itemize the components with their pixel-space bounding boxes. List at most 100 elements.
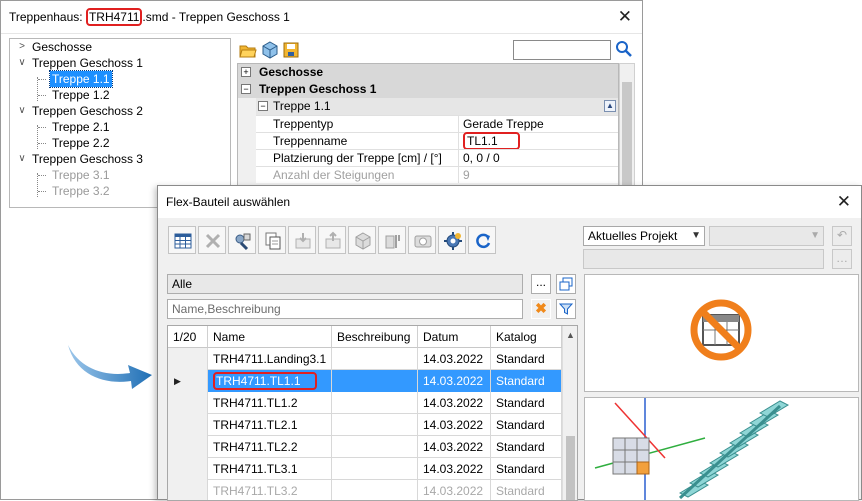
prop-row-platzierung[interactable]: Platzierung der Treppe [cm] / [°] 0, 0 / …	[256, 149, 618, 166]
col-header-name[interactable]: Name	[208, 326, 332, 348]
dialog-title: Flex-Bauteil auswählen	[166, 195, 291, 209]
property-scrollbar[interactable]	[619, 63, 635, 199]
cell-date: 14.03.2022	[418, 480, 491, 500]
prop-row-anzahl-steigungen[interactable]: Anzahl der Steigungen 9	[256, 166, 618, 183]
chevron-down-icon[interactable]: ∨	[16, 103, 28, 119]
row-counter: 1/20	[168, 326, 208, 348]
settings-icon[interactable]	[438, 226, 466, 254]
tools-icon[interactable]	[228, 226, 256, 254]
row-header	[168, 480, 208, 500]
cell-desc	[332, 370, 418, 392]
3d-preview	[584, 397, 859, 501]
title-prefix: Treppenhaus:	[9, 10, 86, 24]
name-filter-input[interactable]: Name,Beschreibung	[167, 299, 523, 319]
expand-icon[interactable]: +	[241, 67, 251, 77]
row-header	[168, 392, 208, 414]
cell-desc	[332, 392, 418, 414]
component-grid: 1/20 Name Beschreibung Datum Katalog TRH…	[167, 325, 578, 501]
import-icon	[288, 226, 316, 254]
treppenname-highlight[interactable]: TL1.1	[463, 132, 520, 150]
title-file-highlight: TRH4711	[85, 8, 143, 26]
cell-name: TRH4711.TL1.2	[208, 392, 332, 414]
curved-arrow-icon	[68, 345, 152, 389]
funnel-filter-icon[interactable]	[556, 299, 576, 319]
open-folder-icon[interactable]	[239, 41, 257, 59]
path-field	[583, 249, 824, 269]
category-geschosse[interactable]: + Geschosse	[238, 64, 618, 81]
preview-image	[584, 274, 859, 392]
row-header	[168, 436, 208, 458]
chevron-down-icon[interactable]: ∨	[16, 55, 28, 71]
cell-date: 14.03.2022	[418, 414, 491, 436]
table-row[interactable]: TRH4711.TL1.2 14.03.2022 Standard	[168, 392, 562, 414]
photo-icon	[408, 226, 436, 254]
collapse-up-icon[interactable]: ▲	[604, 100, 616, 112]
collapse-icon[interactable]: −	[258, 101, 268, 111]
chevron-down-icon: ▼	[810, 230, 820, 241]
collapse-icon[interactable]: −	[241, 84, 251, 94]
cell-date: 14.03.2022	[418, 392, 491, 414]
table-view-icon[interactable]	[168, 226, 196, 254]
group-treppe-1-1[interactable]: − Treppe 1.1 ▲	[256, 98, 618, 115]
close-icon[interactable]: ✕	[837, 193, 851, 210]
grid-scrollbar[interactable]: ▲	[562, 326, 577, 500]
scroll-thumb[interactable]	[566, 436, 575, 500]
category-filter[interactable]: Alle	[167, 274, 523, 294]
clear-filter-icon[interactable]: ✖	[531, 299, 551, 319]
cell-catalog: Standard	[491, 392, 562, 414]
cell-date: 14.03.2022	[418, 348, 491, 370]
table-row-selected[interactable]: ▶ TRH4711.TL1.1 14.03.2022 Standard	[168, 370, 562, 392]
table-row[interactable]: TRH4711.TL2.2 14.03.2022 Standard	[168, 436, 562, 458]
tree-connector	[38, 175, 46, 176]
copy-icon[interactable]	[258, 226, 286, 254]
cell-catalog: Standard	[491, 458, 562, 480]
cube-icon	[348, 226, 376, 254]
table-row[interactable]: TRH4711.Landing3.1 14.03.2022 Standard	[168, 348, 562, 370]
col-header-katalog[interactable]: Katalog	[491, 326, 562, 348]
title-bar: Treppenhaus: TRH4711 .smd - Treppen Gesch…	[1, 1, 642, 34]
no-preview-icon	[690, 299, 752, 361]
flex-bauteil-dialog: Flex-Bauteil auswählen ✕ Aktuelles Proje…	[157, 185, 862, 501]
col-header-beschreibung[interactable]: Beschreibung	[332, 326, 418, 348]
prop-value-cell: TL1.1	[458, 132, 618, 150]
tree-connector	[38, 127, 46, 128]
category-treppen-geschoss-1[interactable]: − Treppen Geschoss 1	[238, 81, 618, 98]
tree-connector	[38, 79, 46, 80]
table-row[interactable]: TRH4711.TL2.1 14.03.2022 Standard	[168, 414, 562, 436]
chevron-down-icon[interactable]: ∨	[16, 151, 28, 167]
cell-desc	[332, 436, 418, 458]
cell-name: TRH4711.Landing3.1	[208, 348, 332, 370]
tree-connector	[38, 95, 46, 96]
property-search-input[interactable]	[513, 40, 611, 60]
project-select[interactable]: Aktuelles Projekt ▼	[583, 226, 705, 246]
cell-catalog: Standard	[491, 436, 562, 458]
save-settings-icon[interactable]	[283, 41, 301, 59]
refresh-icon[interactable]	[468, 226, 496, 254]
category-browse-button[interactable]: ...	[531, 274, 551, 294]
cell-date: 14.03.2022	[418, 436, 491, 458]
window-title: Treppenhaus: TRH4711 .smd - Treppen Gesch…	[9, 8, 290, 26]
catalog-select: ▼	[709, 226, 824, 246]
selected-name-highlight: TRH4711.TL1.1	[213, 372, 317, 390]
cube-icon[interactable]	[261, 41, 279, 59]
table-row[interactable]: TRH4711.TL3.1 14.03.2022 Standard	[168, 458, 562, 480]
cell-catalog: Standard	[491, 370, 562, 392]
floor-tree[interactable]: > Geschosse ∨ Treppen Geschoss 1 Treppe 1.…	[9, 38, 231, 208]
cell-desc	[332, 458, 418, 480]
col-header-datum[interactable]: Datum	[418, 326, 491, 348]
prop-row-treppentyp[interactable]: Treppentyp Gerade Treppe	[256, 115, 618, 132]
title-suffix: .smd - Treppen Geschoss 1	[142, 10, 290, 24]
prop-row-treppenname[interactable]: Treppenname TL1.1	[256, 132, 618, 150]
scroll-up-icon[interactable]: ▲	[566, 330, 575, 340]
tree-connector	[37, 125, 38, 149]
search-icon[interactable]	[615, 40, 633, 58]
tree-connector	[38, 143, 46, 144]
cell-name: TRH4711.TL2.2	[208, 436, 332, 458]
delete-icon	[198, 226, 226, 254]
cell-desc	[332, 480, 418, 500]
scroll-thumb[interactable]	[622, 82, 632, 192]
chevron-right-icon[interactable]: >	[16, 39, 28, 55]
close-icon[interactable]: ✕	[618, 8, 632, 25]
table-row[interactable]: TRH4711.TL3.2 14.03.2022 Standard	[168, 480, 562, 500]
window-link-icon[interactable]	[556, 274, 576, 294]
